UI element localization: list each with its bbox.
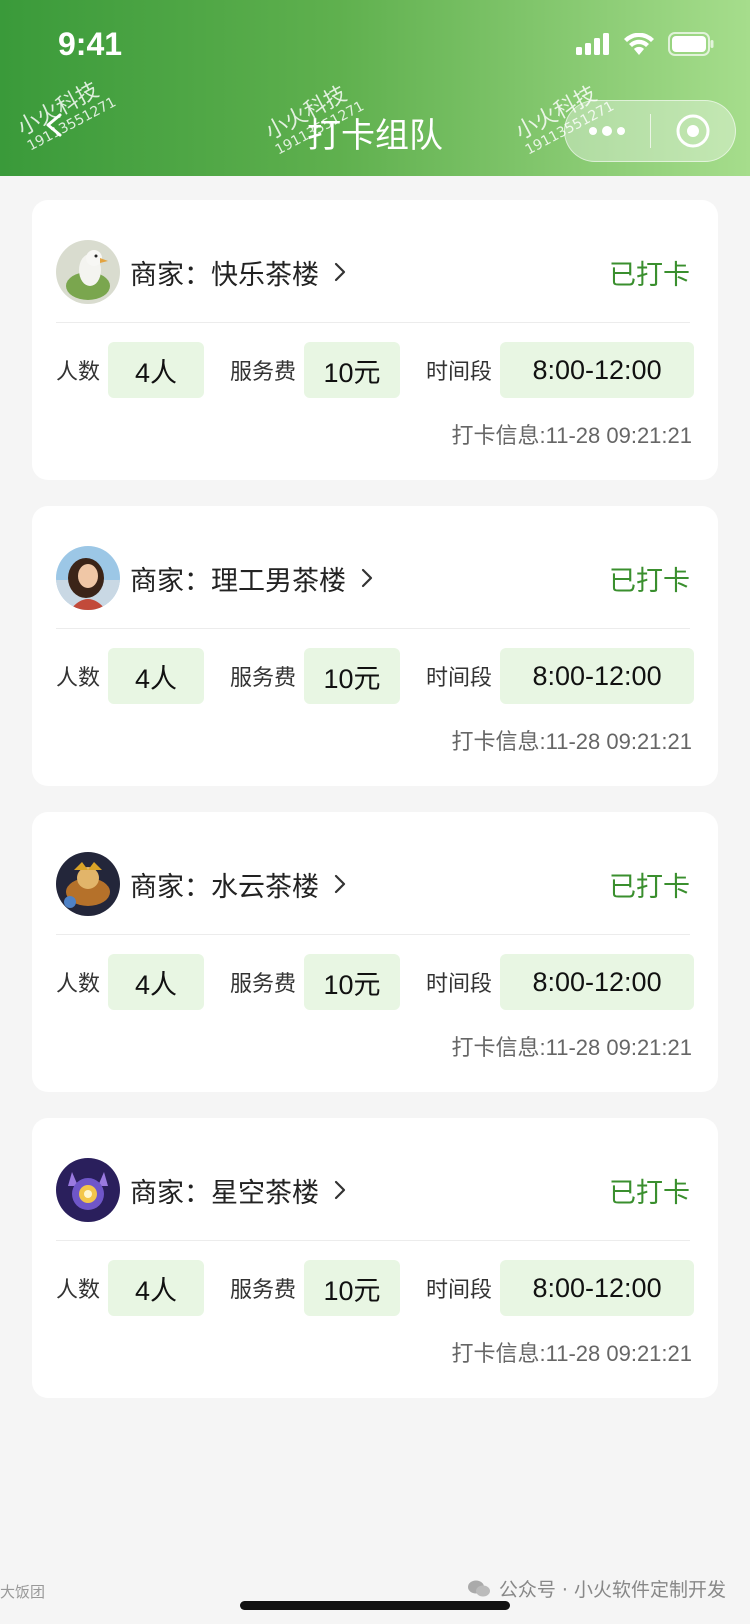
checkin-info: 打卡信息:11-28 09:21:21 (451, 724, 692, 756)
merchant-prefix: 商家： (130, 565, 211, 597)
page: 9:41 打卡组队 小火科技 19113551271 小火科技 19113551… (0, 0, 750, 1624)
close-button[interactable] (651, 100, 736, 162)
account-name: 公众号 · 小火软件定制开发 (498, 1579, 726, 1601)
checkin-prefix: 打卡信息: (451, 1035, 546, 1060)
time-slot-label: 时间段 (426, 666, 493, 691)
fee-value: 10元 (304, 1260, 401, 1316)
chevron-right-icon[interactable] (333, 261, 347, 283)
status-time: 9:41 (58, 26, 123, 62)
robot-avatar-icon (56, 1158, 120, 1222)
merchant-name[interactable]: 理工男茶楼 (211, 559, 346, 598)
merchant-name[interactable]: 水云茶楼 (211, 865, 319, 904)
time-slot-label: 时间段 (426, 1278, 493, 1303)
checkin-status: 已打卡 (609, 259, 690, 291)
chevron-right-icon[interactable] (360, 567, 374, 589)
status-icons (576, 30, 714, 58)
merchant-prefix: 商家： (130, 259, 211, 291)
chevron-right-icon[interactable] (333, 1179, 347, 1201)
battery-icon (668, 32, 714, 56)
team-card-list: 商家： 快乐茶楼 已打卡 人数 4人 服务费 10元 时间段 8:00-12:0… (32, 200, 718, 1424)
merchant-avatar (56, 1158, 120, 1222)
fee-value: 10元 (304, 342, 401, 398)
more-dots-icon (589, 126, 626, 136)
checkin-status: 已打卡 (609, 871, 690, 903)
people-label: 人数 (56, 972, 101, 997)
girl-avatar-icon (56, 546, 120, 610)
card-header: 商家： 水云茶楼 已打卡 (56, 852, 690, 916)
home-indicator (240, 1601, 510, 1610)
time-slot-value: 8:00-12:00 (500, 1260, 695, 1316)
time-slot-value: 8:00-12:00 (500, 954, 695, 1010)
game-avatar-icon (56, 852, 120, 916)
people-value: 4人 (108, 342, 205, 398)
checkin-prefix: 打卡信息: (451, 1341, 546, 1366)
card-header: 商家： 星空茶楼 已打卡 (56, 1158, 690, 1222)
people-value: 4人 (108, 1260, 205, 1316)
signal-icon (576, 33, 609, 55)
fee-label: 服务费 (230, 1278, 297, 1303)
goose-avatar-icon (56, 240, 120, 304)
divider (56, 628, 690, 629)
time-slot-label: 时间段 (426, 972, 493, 997)
time-slot-value: 8:00-12:00 (500, 342, 695, 398)
merchant-avatar (56, 546, 120, 610)
checkin-time: 11-28 09:21:21 (545, 1035, 692, 1060)
source-mark: 大饭团 (0, 1583, 46, 1601)
mini-program-capsule (564, 100, 736, 162)
fee-value: 10元 (304, 648, 401, 704)
wifi-icon (624, 33, 654, 55)
merchant-avatar (56, 852, 120, 916)
people-value: 4人 (108, 954, 205, 1010)
fee-label: 服务费 (230, 972, 297, 997)
fee-label: 服务费 (230, 666, 297, 691)
info-row: 人数 4人 服务费 10元 时间段 8:00-12:00 (56, 954, 698, 1010)
merchant-name[interactable]: 快乐茶楼 (211, 253, 319, 292)
checkin-time: 11-28 09:21:21 (545, 423, 692, 448)
time-slot-value: 8:00-12:00 (500, 648, 695, 704)
checkin-info: 打卡信息:11-28 09:21:21 (451, 418, 692, 450)
time-slot-label: 时间段 (426, 360, 493, 385)
divider (56, 934, 690, 935)
people-label: 人数 (56, 360, 101, 385)
people-label: 人数 (56, 666, 101, 691)
info-row: 人数 4人 服务费 10元 时间段 8:00-12:00 (56, 648, 698, 704)
info-row: 人数 4人 服务费 10元 时间段 8:00-12:00 (56, 1260, 698, 1316)
people-label: 人数 (56, 1278, 101, 1303)
divider (56, 322, 690, 323)
fee-value: 10元 (304, 954, 401, 1010)
merchant-prefix: 商家： (130, 1177, 211, 1209)
checkin-time: 11-28 09:21:21 (545, 1341, 692, 1366)
checkin-status: 已打卡 (609, 565, 690, 597)
checkin-status: 已打卡 (609, 1177, 690, 1209)
more-button[interactable] (565, 100, 650, 162)
checkin-prefix: 打卡信息: (451, 423, 546, 448)
account-mark: 公众号 · 小火软件定制开发 (467, 1575, 726, 1602)
merchant-prefix: 商家： (130, 871, 211, 903)
team-card[interactable]: 商家： 水云茶楼 已打卡 人数 4人 服务费 10元 时间段 8:00-12:0… (32, 812, 718, 1092)
checkin-info: 打卡信息:11-28 09:21:21 (451, 1336, 692, 1368)
checkin-time: 11-28 09:21:21 (545, 729, 692, 754)
team-card[interactable]: 商家： 星空茶楼 已打卡 人数 4人 服务费 10元 时间段 8:00-12:0… (32, 1118, 718, 1398)
merchant-name[interactable]: 星空茶楼 (211, 1171, 319, 1210)
info-row: 人数 4人 服务费 10元 时间段 8:00-12:00 (56, 342, 698, 398)
card-header: 商家： 理工男茶楼 已打卡 (56, 546, 690, 610)
header: 9:41 打卡组队 小火科技 19113551271 小火科技 19113551… (0, 0, 750, 176)
merchant-avatar (56, 240, 120, 304)
target-icon (676, 114, 710, 148)
team-card[interactable]: 商家： 快乐茶楼 已打卡 人数 4人 服务费 10元 时间段 8:00-12:0… (32, 200, 718, 480)
fee-label: 服务费 (230, 360, 297, 385)
team-card[interactable]: 商家： 理工男茶楼 已打卡 人数 4人 服务费 10元 时间段 8:00-12:… (32, 506, 718, 786)
card-header: 商家： 快乐茶楼 已打卡 (56, 240, 690, 304)
checkin-info: 打卡信息:11-28 09:21:21 (451, 1030, 692, 1062)
chevron-right-icon[interactable] (333, 873, 347, 895)
checkin-prefix: 打卡信息: (451, 729, 546, 754)
people-value: 4人 (108, 648, 205, 704)
divider (56, 1240, 690, 1241)
wechat-icon (467, 1580, 490, 1596)
